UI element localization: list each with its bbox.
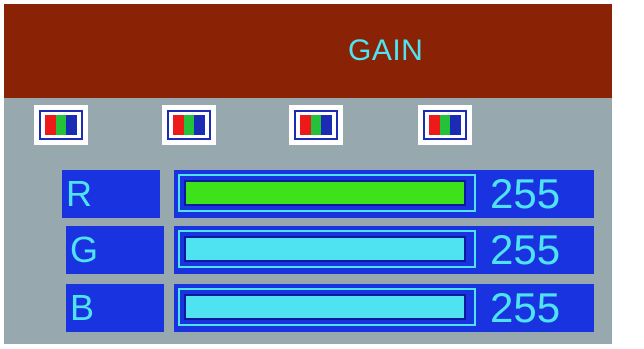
gain-bar-green[interactable] bbox=[178, 230, 476, 268]
color-preset-2-icon[interactable] bbox=[162, 105, 216, 145]
gain-value-green: 255 bbox=[490, 226, 561, 273]
gain-bar-fill-green bbox=[184, 236, 466, 262]
gain-panel-blue: 255 bbox=[174, 284, 594, 332]
channel-label-red: R bbox=[62, 170, 160, 218]
gain-bar-fill-blue bbox=[184, 294, 466, 320]
gain-bar-fill-red bbox=[184, 180, 466, 206]
gain-bar-blue[interactable] bbox=[178, 288, 476, 326]
gain-row-red[interactable]: R 255 bbox=[62, 170, 602, 220]
menu-title: GAIN bbox=[348, 34, 424, 67]
preset-icon-row bbox=[4, 101, 612, 151]
gain-panel-green: 255 bbox=[174, 226, 594, 274]
osd-menu: GAIN R 255 G 255 B 255 bbox=[4, 4, 612, 344]
color-preset-1-icon[interactable] bbox=[34, 105, 88, 145]
gain-value-red: 255 bbox=[490, 170, 561, 217]
gain-bar-red[interactable] bbox=[178, 174, 476, 212]
channel-label-green: G bbox=[66, 226, 164, 274]
gain-row-blue[interactable]: B 255 bbox=[66, 284, 606, 334]
gain-row-green[interactable]: G 255 bbox=[66, 226, 606, 276]
color-preset-4-icon[interactable] bbox=[418, 105, 472, 145]
menu-header: GAIN bbox=[4, 4, 612, 98]
color-preset-3-icon[interactable] bbox=[289, 105, 343, 145]
gain-value-blue: 255 bbox=[490, 284, 561, 331]
gain-panel-red: 255 bbox=[174, 170, 594, 218]
channel-label-blue: B bbox=[66, 284, 164, 332]
